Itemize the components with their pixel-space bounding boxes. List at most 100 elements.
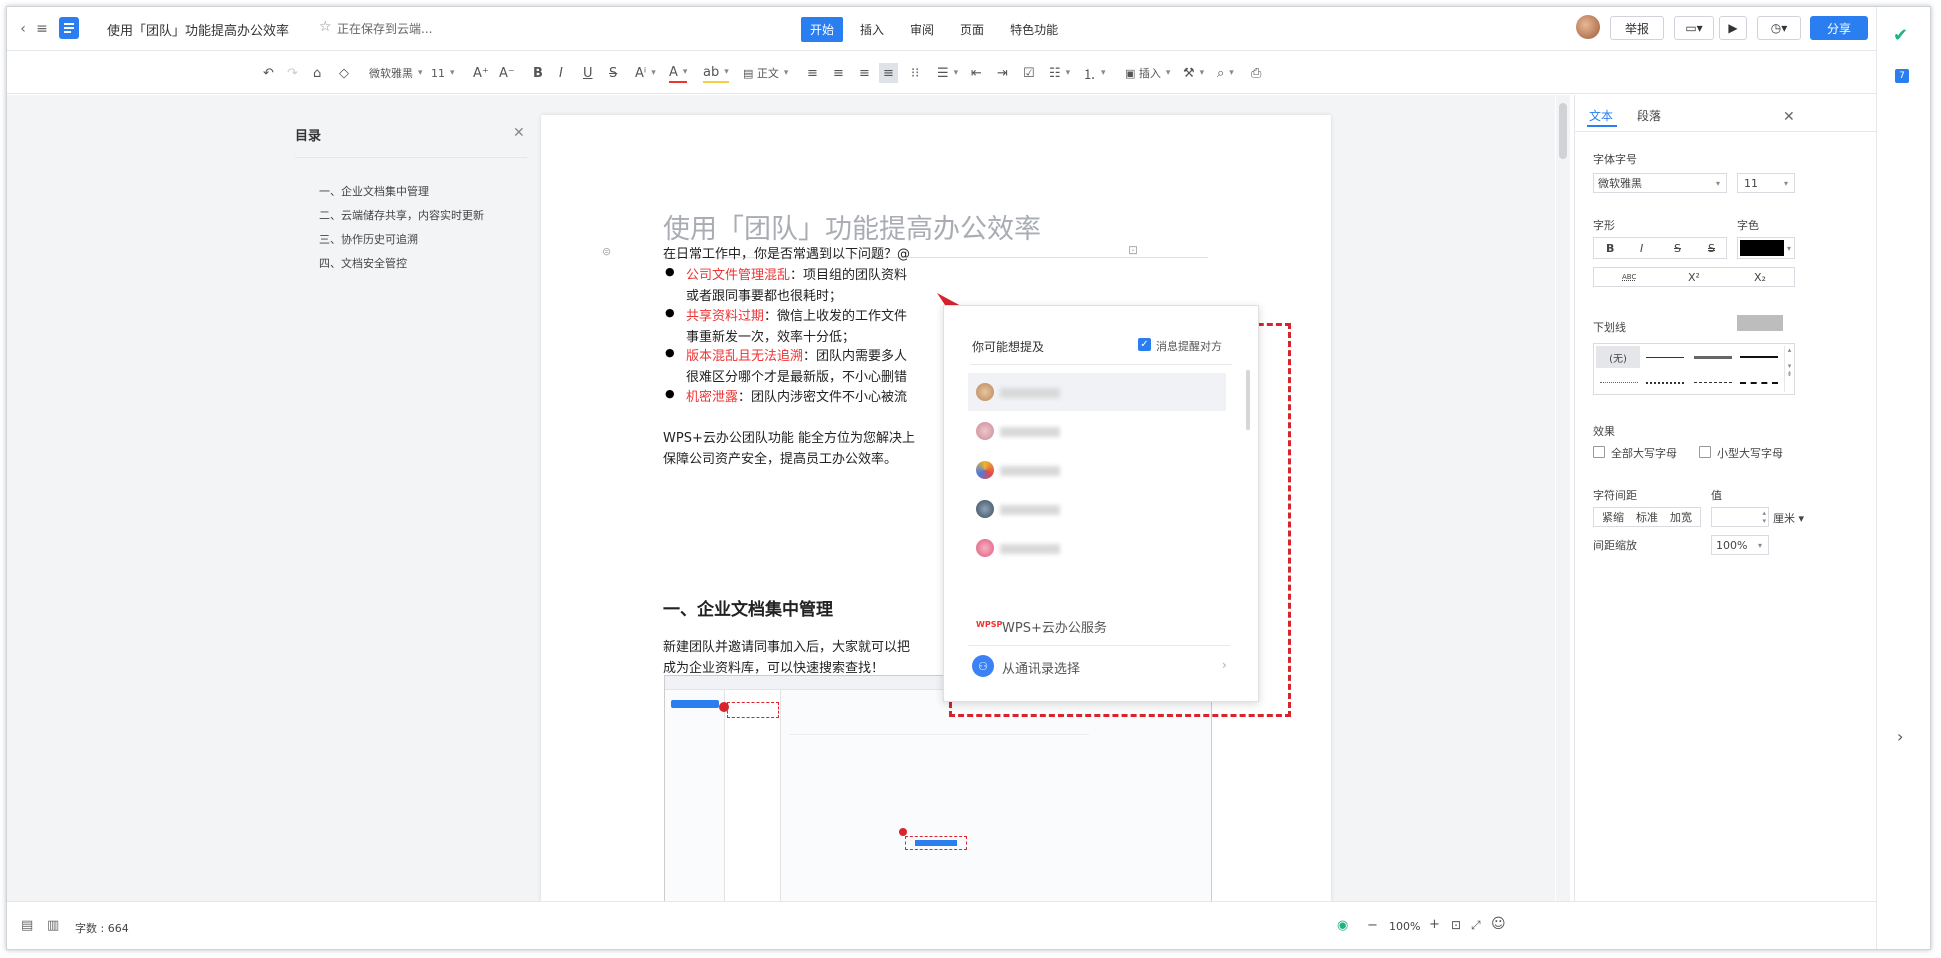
- bullet-continuation[interactable]: 事重新发一次，效率十分低；: [686, 326, 855, 345]
- bold-icon[interactable]: B: [533, 63, 543, 83]
- underline-dashed-thick[interactable]: [1740, 382, 1778, 384]
- person-item[interactable]: [968, 451, 1226, 489]
- tab-insert[interactable]: 插入: [851, 17, 893, 42]
- fit-page-icon[interactable]: ⊡: [1451, 918, 1461, 932]
- tab-review[interactable]: 审阅: [901, 17, 943, 42]
- superscript-icon[interactable]: Aⁱ: [635, 63, 656, 83]
- back-icon[interactable]: ‹: [15, 19, 31, 39]
- menu-icon[interactable]: ≡: [33, 19, 51, 39]
- bullet-item[interactable]: 公司文件管理混乱：项目组的团队资料: [686, 264, 907, 283]
- outline-item[interactable]: 二、云端储存共享，内容实时更新: [319, 207, 484, 223]
- bullet-item[interactable]: 共享资料过期：微信上收发的工作文件: [686, 305, 907, 324]
- redo-icon[interactable]: ↷: [287, 63, 298, 83]
- person-item[interactable]: [968, 529, 1226, 567]
- double-strike-button[interactable]: S: [1708, 242, 1715, 255]
- spacing-expanded[interactable]: 加宽: [1670, 509, 1692, 525]
- distribute-icon[interactable]: ⁝⁝: [911, 63, 919, 83]
- cloud-sync-icon[interactable]: ◉: [1337, 918, 1348, 933]
- justify-icon[interactable]: ≡: [879, 63, 898, 83]
- spacing-normal[interactable]: 标准: [1636, 509, 1658, 525]
- tab-paragraph[interactable]: 段落: [1637, 107, 1661, 124]
- person-item[interactable]: [968, 412, 1226, 450]
- spinner-icon[interactable]: ▴ ▾: [1762, 509, 1766, 525]
- strike-button[interactable]: S: [1674, 242, 1681, 255]
- doc-heading[interactable]: 使用「团队」功能提高办公效率: [663, 207, 1041, 246]
- page-view-icon[interactable]: ▤: [21, 918, 33, 933]
- assistant-icon[interactable]: ☺: [1491, 916, 1506, 932]
- numbered-list-icon[interactable]: ⒈: [1083, 63, 1106, 83]
- grow-font-icon[interactable]: A⁺: [473, 63, 489, 83]
- small-caps-checkbox[interactable]: [1699, 446, 1711, 458]
- font-name-select[interactable]: 微软雅黑: [369, 63, 423, 83]
- undo-icon[interactable]: ↶: [263, 63, 274, 83]
- paragraph-handle-icon[interactable]: ⊜: [602, 245, 611, 258]
- shrink-font-icon[interactable]: A⁻: [499, 63, 515, 83]
- subscript-button[interactable]: X₂: [1754, 271, 1766, 284]
- underline-color-select[interactable]: [1737, 315, 1783, 331]
- superscript-button[interactable]: X²: [1688, 271, 1700, 284]
- bullet-continuation[interactable]: 很难区分哪个才是最新版，不小心删错: [686, 366, 907, 385]
- fullscreen-icon[interactable]: ⤢: [1471, 918, 1481, 933]
- tab-text[interactable]: 文本: [1589, 107, 1613, 124]
- line-spacing-icon[interactable]: ☰: [937, 63, 958, 83]
- avatar[interactable]: [1576, 15, 1600, 39]
- checkbox-list-icon[interactable]: ☑: [1023, 63, 1035, 83]
- style-select[interactable]: ▤ 正文: [743, 63, 788, 83]
- underline-single[interactable]: [1646, 357, 1684, 358]
- font-size-select[interactable]: 11: [1737, 173, 1795, 193]
- eraser-icon[interactable]: ◇: [339, 63, 349, 83]
- underline-dashed[interactable]: [1694, 382, 1732, 383]
- tab-page[interactable]: 页面: [951, 17, 993, 42]
- scroll-thumb[interactable]: [1559, 103, 1567, 159]
- bullet-item[interactable]: 机密泄露：团队内涉密文件不小心被流: [686, 386, 907, 405]
- spacing-condensed[interactable]: 紧缩: [1602, 509, 1624, 525]
- all-caps-checkbox[interactable]: [1593, 446, 1605, 458]
- font-color-icon[interactable]: A: [669, 63, 688, 83]
- increase-indent-icon[interactable]: ⇥: [997, 63, 1008, 83]
- close-icon[interactable]: ✕: [1783, 109, 1795, 125]
- underline-bold[interactable]: [1740, 356, 1778, 358]
- underline-dotted-thick[interactable]: [1646, 382, 1684, 384]
- underline-dotted[interactable]: [1600, 382, 1638, 383]
- align-center-icon[interactable]: ≡: [833, 63, 844, 83]
- zoom-in-icon[interactable]: +: [1429, 917, 1440, 932]
- history-button[interactable]: ◷▾: [1757, 16, 1801, 40]
- spacing-value-input[interactable]: ▴ ▾: [1711, 507, 1769, 527]
- add-comment-icon[interactable]: ⊡: [1128, 243, 1138, 257]
- present-button[interactable]: ▶: [1719, 16, 1747, 40]
- zoom-level[interactable]: 100%: [1389, 920, 1420, 933]
- font-size-select[interactable]: 11: [431, 63, 455, 83]
- highlight-icon[interactable]: ab: [703, 63, 729, 83]
- bullet-list-icon[interactable]: ☷: [1049, 63, 1070, 83]
- tools-icon[interactable]: ⚒: [1183, 63, 1204, 83]
- all-caps-label[interactable]: 全部大写字母: [1611, 445, 1677, 461]
- scroll-arrows-icon[interactable]: ▴ ▾ ⇟: [1784, 346, 1794, 392]
- notify-checkbox[interactable]: ✓: [1138, 338, 1151, 351]
- web-view-icon[interactable]: ▥: [47, 918, 59, 933]
- underline-icon[interactable]: U: [583, 63, 593, 83]
- paragraph-text[interactable]: 新建团队并邀请同事加入后，大家就可以把: [663, 636, 910, 655]
- calendar-icon[interactable]: 7: [1895, 69, 1909, 83]
- bullet-item[interactable]: 版本混乱且无法追溯：团队内需要多人: [686, 345, 907, 364]
- document-title[interactable]: 使用「团队」功能提高办公效率: [107, 20, 289, 39]
- align-left-icon[interactable]: ≡: [807, 63, 818, 83]
- intro-text[interactable]: 在日常工作中，你是否常遇到以下问题？@: [663, 243, 910, 262]
- scrollbar[interactable]: [1246, 370, 1250, 430]
- print-icon[interactable]: ⎙: [1251, 63, 1261, 83]
- paragraph-text[interactable]: 保障公司资产安全，提高员工办公效率。: [663, 448, 897, 467]
- person-item[interactable]: [968, 490, 1226, 528]
- outline-item[interactable]: 三、协作历史可追溯: [319, 231, 418, 247]
- close-icon[interactable]: ✕: [513, 125, 525, 141]
- person-item[interactable]: [968, 373, 1226, 411]
- decrease-indent-icon[interactable]: ⇤: [971, 63, 982, 83]
- font-color-select[interactable]: ▾: [1737, 237, 1795, 259]
- word-count[interactable]: 字数 : 664: [75, 920, 129, 936]
- bold-button[interactable]: B: [1606, 242, 1614, 255]
- contacts-button[interactable]: 从通讯录选择: [1002, 658, 1080, 677]
- section-heading[interactable]: 一、企业文档集中管理: [663, 595, 833, 620]
- format-painter-icon[interactable]: ⌂: [313, 63, 321, 83]
- search-icon[interactable]: ⌕: [1217, 63, 1234, 83]
- report-button[interactable]: 举报: [1610, 16, 1664, 40]
- unit-select[interactable]: 厘米 ▾: [1773, 510, 1804, 526]
- share-button[interactable]: 分享: [1810, 16, 1868, 40]
